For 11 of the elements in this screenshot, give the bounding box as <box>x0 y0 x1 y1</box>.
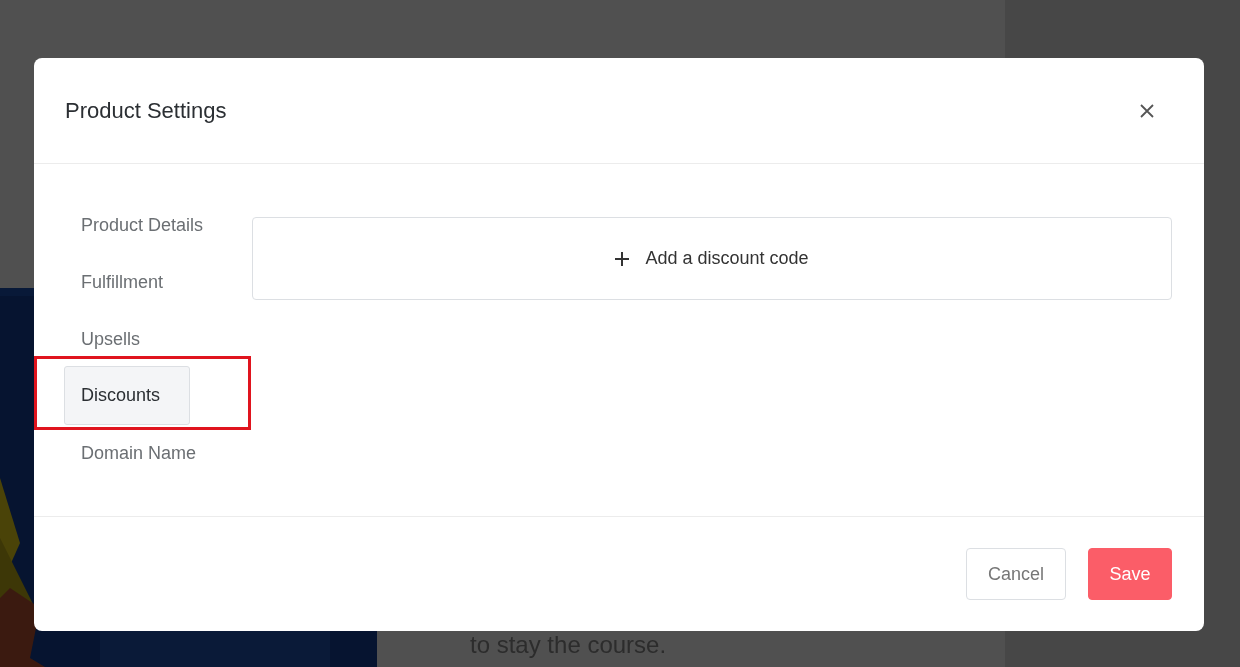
settings-tab[interactable]: Upsells <box>64 310 158 367</box>
add-discount-button[interactable]: Add a discount code <box>252 217 1172 300</box>
dialog-title: Product Settings <box>65 97 227 124</box>
settings-tab[interactable]: Fulfillment <box>64 253 181 310</box>
cancel-button[interactable]: Cancel <box>966 548 1066 600</box>
settings-tab[interactable]: Discounts <box>64 366 191 425</box>
settings-tab[interactable]: Domain Name <box>64 424 214 481</box>
plus-icon <box>615 251 630 266</box>
save-button[interactable]: Save <box>1088 548 1172 600</box>
close-icon[interactable] <box>1140 103 1154 118</box>
settings-tab[interactable]: Product Details <box>64 196 221 253</box>
